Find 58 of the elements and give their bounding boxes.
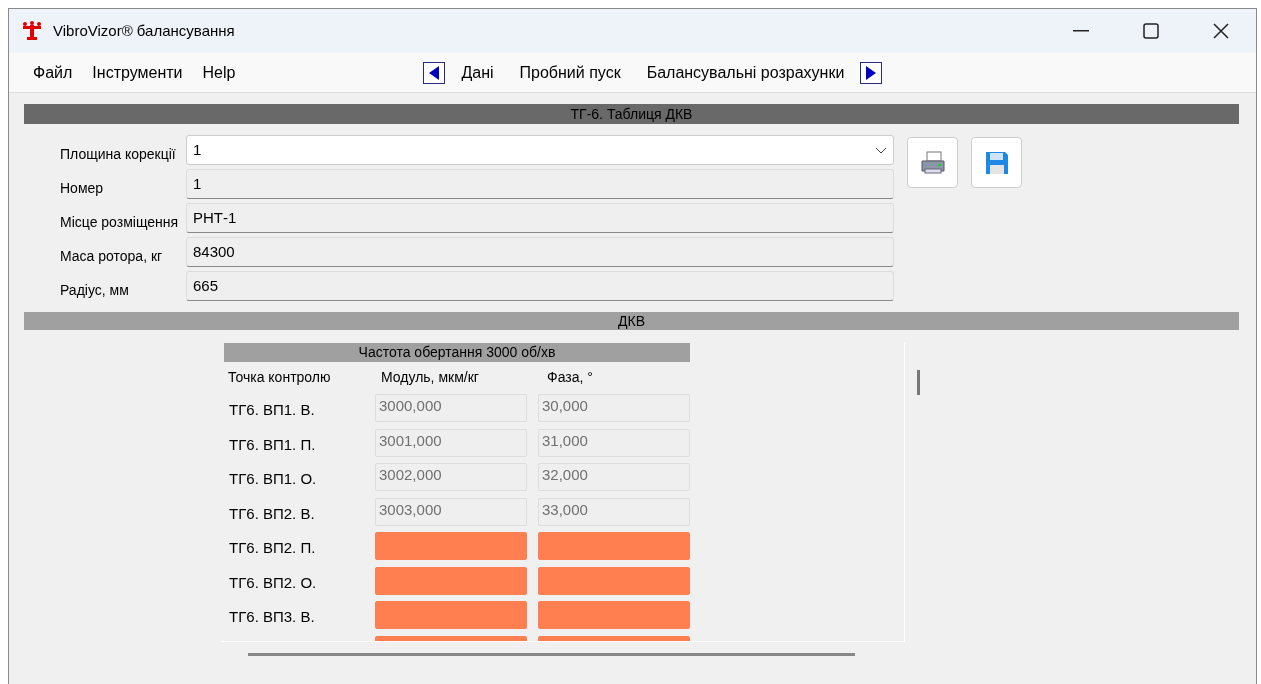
module-cell[interactable] — [375, 601, 527, 629]
text-field[interactable]: 1 — [186, 169, 894, 199]
row-label: ТГ6. ВП1. П. — [229, 435, 316, 453]
app-logo-icon — [21, 21, 43, 41]
row-label: ТГ6. ВП1. В. — [229, 401, 315, 418]
row-label: ТГ6. ВП2. В. — [229, 504, 315, 522]
nav-tab[interactable]: Дані — [451, 56, 504, 89]
text-field[interactable]: 84300 — [186, 237, 894, 267]
previous-button[interactable] — [423, 61, 446, 84]
menu-item[interactable]: Інструменти — [82, 56, 193, 89]
text-field[interactable]: 665 — [186, 271, 894, 301]
field-label: Площина корекції — [59, 144, 177, 164]
phase-cell[interactable]: 30,000 — [538, 394, 690, 422]
module-cell[interactable]: 3003,000 — [375, 497, 527, 526]
field-label: Місце розміщення — [59, 212, 180, 232]
phase-cell[interactable] — [538, 566, 690, 595]
phase-cell[interactable] — [538, 532, 690, 560]
nav-tab[interactable]: Балансувальні розрахунки — [636, 56, 855, 89]
dropdown-field[interactable]: 1 — [186, 135, 894, 165]
maximize-icon — [1143, 23, 1159, 39]
right-triangle-icon — [866, 65, 877, 80]
phase-cell[interactable]: 32,000 — [538, 463, 690, 491]
text-field[interactable]: РНТ-1 — [186, 203, 894, 233]
row-label: ТГ6. ВП2. П. — [229, 539, 316, 556]
vertical-scrollbar-thumb[interactable] — [917, 370, 920, 395]
printer-icon — [919, 150, 946, 175]
horizontal-scrollbar-thumb[interactable] — [248, 653, 855, 656]
phase-cell[interactable]: 33,000 — [538, 497, 690, 526]
module-cell[interactable]: 3001,000 — [375, 428, 527, 457]
module-cell[interactable]: 3000,000 — [375, 394, 527, 422]
field-label: Маса ротора, кг — [59, 246, 164, 266]
save-button[interactable] — [971, 137, 1022, 188]
column-header: Точка контролю — [227, 367, 332, 387]
phase-cell[interactable]: 31,000 — [538, 428, 690, 457]
minimize-icon — [1073, 30, 1089, 32]
left-triangle-icon — [429, 65, 440, 80]
module-cell[interactable]: 3002,000 — [375, 463, 527, 491]
nav-tab[interactable]: Пробний пуск — [509, 56, 631, 89]
row-label: ТГ6. ВП3. В. — [229, 608, 315, 625]
next-button[interactable] — [860, 61, 883, 84]
window-title: VibroVizor® балансування — [53, 20, 235, 41]
column-header: Фаза, ° — [546, 367, 593, 387]
column-header: Модуль, мкм/кг — [380, 367, 480, 387]
phase-cell[interactable] — [538, 601, 690, 629]
section-header: ДКВ — [24, 312, 1239, 330]
field-label: Номер — [59, 178, 105, 198]
table-title: Частота обертання 3000 об/хв — [224, 343, 690, 362]
chevron-down-icon — [875, 146, 887, 154]
section-header: ТГ-6. Таблиця ДКВ — [24, 104, 1239, 124]
menu-item[interactable]: Файл — [23, 56, 83, 89]
print-button[interactable] — [907, 137, 958, 188]
module-cell[interactable] — [375, 566, 527, 595]
field-label: Радіус, мм — [59, 280, 130, 300]
menu-item[interactable]: Help — [192, 56, 246, 89]
row-label: ТГ6. ВП2. О. — [229, 573, 317, 591]
row-label: ТГ6. ВП1. О. — [229, 470, 317, 487]
close-icon — [1213, 23, 1229, 39]
module-cell[interactable] — [375, 532, 527, 560]
